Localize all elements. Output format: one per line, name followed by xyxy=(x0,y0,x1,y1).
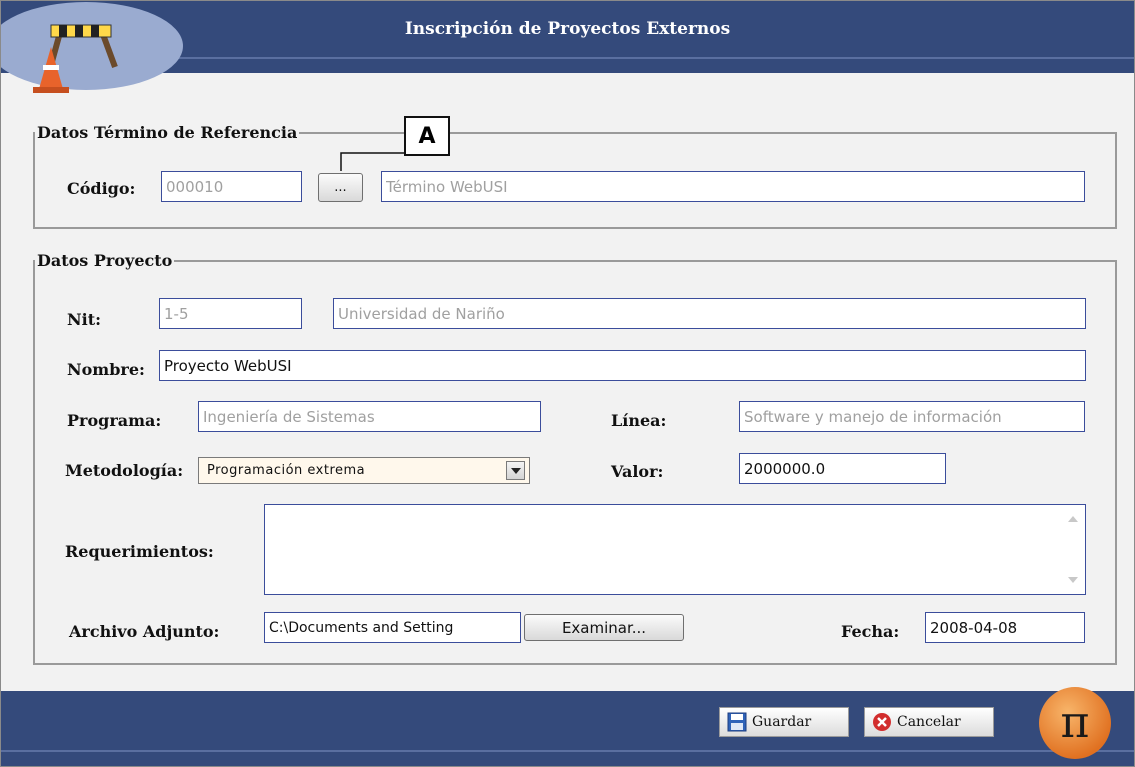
linea-input[interactable] xyxy=(739,401,1085,432)
nit-input[interactable] xyxy=(159,298,302,329)
callout-label: A xyxy=(418,123,436,149)
svg-text:π: π xyxy=(1061,697,1090,748)
cancel-x-icon xyxy=(873,713,891,731)
valor-input[interactable] xyxy=(739,453,946,484)
programa-input[interactable] xyxy=(198,401,541,432)
chevron-down-icon[interactable] xyxy=(506,461,525,480)
fecha-label: Fecha: xyxy=(841,622,900,641)
archivo-label: Archivo Adjunto: xyxy=(69,622,220,641)
codigo-input[interactable] xyxy=(161,171,302,202)
nombre-label: Nombre: xyxy=(67,360,145,379)
requerimientos-textarea[interactable] xyxy=(264,504,1086,595)
metodologia-label: Metodología: xyxy=(65,461,184,480)
nombre-input[interactable] xyxy=(159,350,1086,381)
fecha-input[interactable] xyxy=(925,612,1085,643)
metodologia-select[interactable]: Programación extrema xyxy=(198,457,530,484)
browse-reference-button[interactable]: ... xyxy=(318,173,363,202)
requerimientos-label: Requerimientos: xyxy=(65,542,214,561)
pi-logo-icon: π xyxy=(1039,687,1111,759)
guardar-button[interactable]: Guardar xyxy=(719,707,849,737)
termino-input[interactable] xyxy=(381,171,1085,202)
guardar-label: Guardar xyxy=(752,714,812,730)
reference-terms-legend: Datos Término de Referencia xyxy=(37,123,298,142)
save-floppy-icon xyxy=(727,712,747,732)
callout-box: A xyxy=(404,116,450,156)
scroll-up-icon xyxy=(1068,516,1078,522)
cancelar-label: Cancelar xyxy=(897,714,961,730)
valor-label: Valor: xyxy=(611,462,664,481)
scroll-down-icon xyxy=(1068,577,1078,583)
textarea-scrollbar[interactable] xyxy=(1063,507,1083,592)
linea-label: Línea: xyxy=(611,411,667,430)
nit-label: Nit: xyxy=(67,310,101,329)
entity-name-input[interactable] xyxy=(333,298,1086,329)
footer-divider xyxy=(1,750,1134,752)
examinar-button[interactable]: Examinar... xyxy=(524,614,684,641)
archivo-input[interactable] xyxy=(264,612,521,643)
metodologia-selected-value: Programación extrema xyxy=(207,463,366,478)
form-window: Inscripción de Proyectos Externos Datos … xyxy=(0,0,1135,767)
cancelar-button[interactable]: Cancelar xyxy=(864,707,994,737)
programa-label: Programa: xyxy=(67,411,162,430)
road-barrier-cone-icon xyxy=(33,24,118,93)
header-bar: Inscripción de Proyectos Externos xyxy=(1,1,1134,93)
project-data-legend: Datos Proyecto xyxy=(37,251,173,270)
codigo-label: Código: xyxy=(67,179,136,198)
